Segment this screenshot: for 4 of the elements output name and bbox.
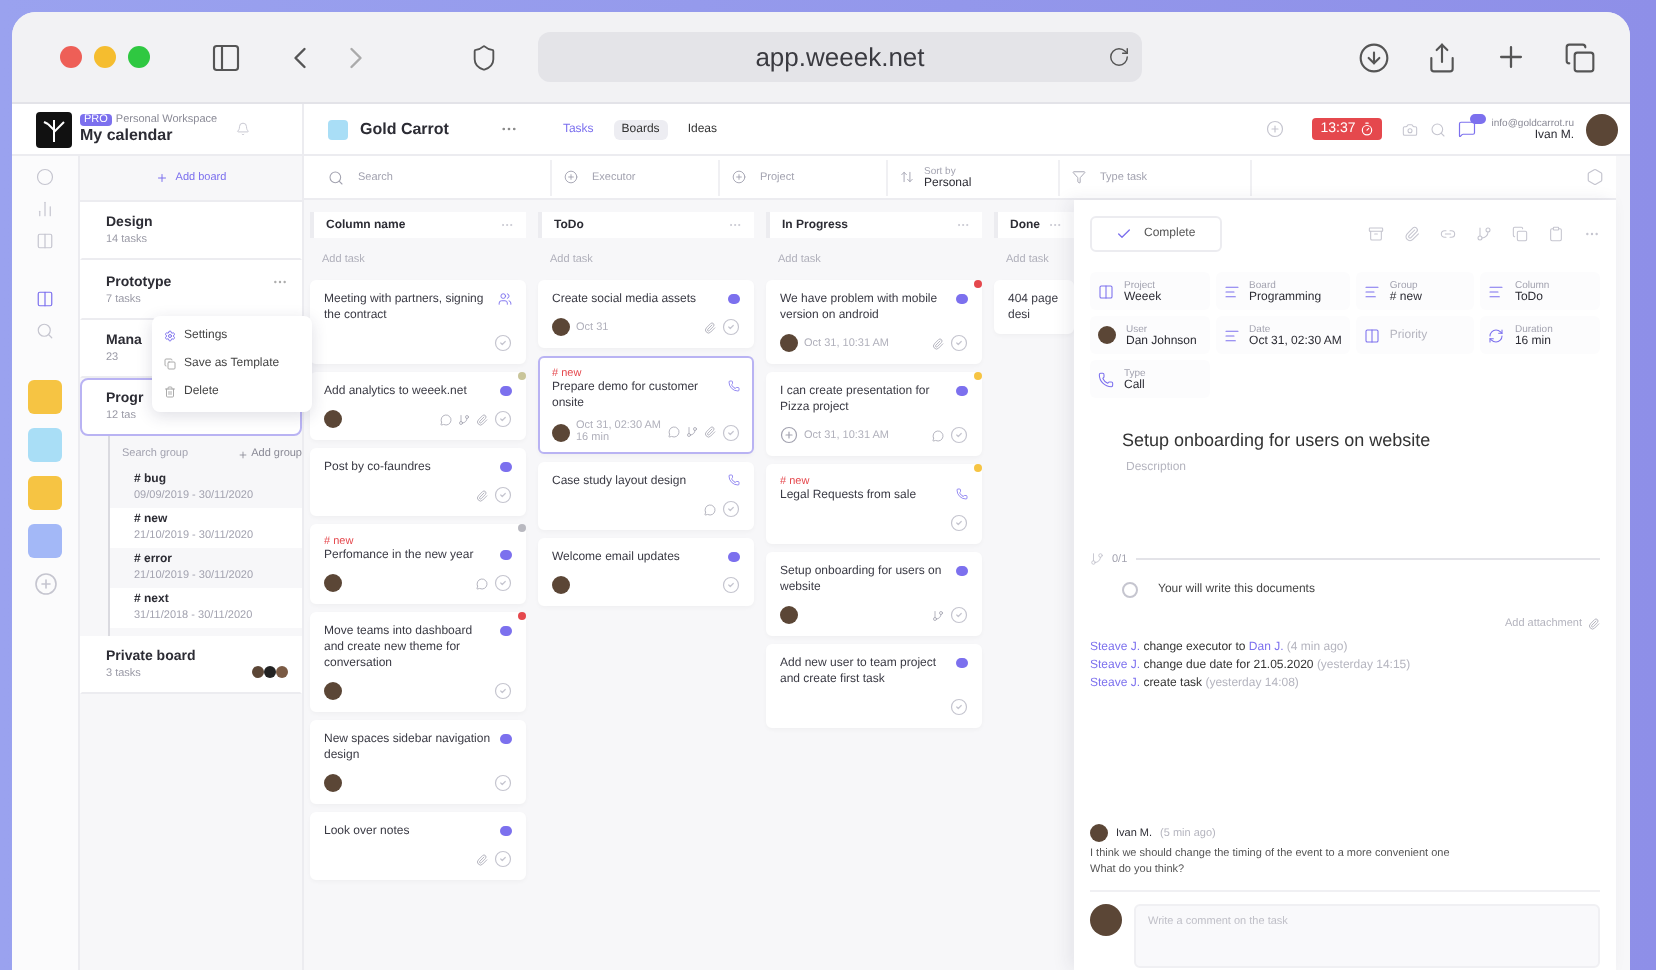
task-heading: Setup onboarding for users on website: [1122, 430, 1433, 450]
url-text: app.weeek.net: [755, 42, 925, 72]
project-name: Gold Carrot: [360, 120, 449, 138]
workspace-name: My calendar: [80, 126, 175, 144]
